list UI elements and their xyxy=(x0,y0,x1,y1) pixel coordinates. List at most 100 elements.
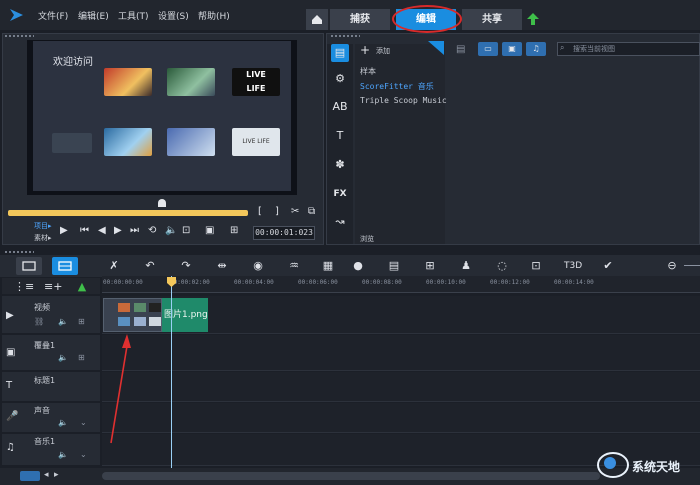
record-icon[interactable]: ◉ xyxy=(250,259,266,273)
scrub-handle[interactable] xyxy=(158,199,166,207)
tab-share[interactable]: 共享 xyxy=(462,9,522,30)
video-track-icon: ▶ xyxy=(6,310,14,321)
add-folder-label[interactable]: 添加 xyxy=(376,46,390,56)
3d-title-icon[interactable]: T3D xyxy=(564,259,582,273)
track-header-video[interactable] xyxy=(2,296,100,334)
folder-item-sample[interactable]: 样本 xyxy=(360,66,376,77)
home-start-icon[interactable]: ⏮ xyxy=(80,225,89,236)
path-icon[interactable]: ↝ xyxy=(331,213,349,231)
show-video-button[interactable]: ▭ xyxy=(478,42,498,56)
zoom-out-icon[interactable]: ⊖ xyxy=(664,259,680,273)
track-volume-icon[interactable]: 🔈 xyxy=(58,317,68,326)
copy-icon[interactable]: ⧉ xyxy=(308,206,315,217)
display-mode-icon[interactable]: ▣ xyxy=(205,225,214,236)
home-button[interactable] xyxy=(306,9,328,30)
folder-item-scorefitter[interactable]: ScoreFitter 音乐 xyxy=(360,81,434,92)
welcome-title: 欢迎访问 xyxy=(53,57,93,68)
library-grip[interactable] xyxy=(330,34,360,38)
auto-music-icon[interactable]: ▦ xyxy=(320,259,336,273)
ruler-label: 00:00:12:00 xyxy=(490,279,530,286)
mask-icon[interactable]: ◌ xyxy=(494,259,510,273)
track-volume-icon[interactable]: 🔈 xyxy=(58,450,68,459)
track-volume-icon[interactable]: 🔈 xyxy=(58,353,68,362)
menu-file[interactable]: 文件(F) xyxy=(38,9,68,22)
add-folder-icon[interactable]: + xyxy=(360,43,370,57)
clip-mode-label[interactable]: 素材▸ xyxy=(34,233,52,243)
image-clip[interactable]: 图片1.png xyxy=(162,298,208,332)
tab-capture[interactable]: 捕获 xyxy=(330,9,390,30)
graphics-icon[interactable]: ✽ xyxy=(331,156,349,174)
mark-out-icon[interactable]: ] xyxy=(275,206,279,217)
thumbnail-6: LIVE LIFE xyxy=(232,128,280,156)
subtitle-icon[interactable]: ▤ xyxy=(386,259,402,273)
clip-thumbnails[interactable] xyxy=(103,298,162,332)
scroll-left-icon[interactable]: ◂ xyxy=(44,470,49,480)
project-mode-label[interactable]: 项目▸ xyxy=(34,221,52,231)
expand-tracks-icon[interactable]: ▲ xyxy=(74,280,90,294)
checkmark-icon[interactable]: ✔ xyxy=(600,259,616,273)
split-screen-icon[interactable]: ⊞ xyxy=(422,259,438,273)
panel-grip[interactable] xyxy=(4,34,34,38)
undo-icon[interactable]: ↶ xyxy=(142,259,158,273)
crop-icon[interactable]: ⊡ xyxy=(528,259,544,273)
menu-tools[interactable]: 工具(T) xyxy=(118,9,149,22)
music-track-icon: ♫ xyxy=(6,442,15,453)
title-icon[interactable]: T xyxy=(331,127,349,145)
prev-frame-icon[interactable]: ◀ xyxy=(98,225,106,236)
menu-settings[interactable]: 设置(S) xyxy=(158,9,189,22)
menu-edit[interactable]: 编辑(E) xyxy=(78,9,109,22)
track-name-title: 标题1 xyxy=(34,376,56,385)
transition-icon[interactable]: AB xyxy=(331,98,349,116)
timecode-display[interactable]: 00:00:01:023 xyxy=(253,226,315,240)
zoom-slider[interactable] xyxy=(684,265,700,266)
track-expand-icon[interactable]: ⌄ xyxy=(80,450,87,459)
redo-icon[interactable]: ↷ xyxy=(178,259,194,273)
fit-icon[interactable]: ⇹ xyxy=(214,259,230,273)
motion-tracking-icon[interactable]: ♟ xyxy=(458,259,474,273)
track-grid-icon[interactable]: ⊞ xyxy=(78,353,85,362)
lane-voice[interactable] xyxy=(102,403,700,433)
menu-help[interactable]: 帮助(H) xyxy=(198,9,230,22)
storyboard-icon xyxy=(22,261,36,271)
horizontal-scrollbar[interactable] xyxy=(102,472,600,480)
scissors-icon[interactable]: ✂ xyxy=(291,206,299,217)
play-icon[interactable]: ▶ xyxy=(60,225,68,236)
mark-in-icon[interactable]: [ xyxy=(258,206,262,217)
ruler-label: 00:00:14:00 xyxy=(554,279,594,286)
resolution-icon[interactable]: ⊡ xyxy=(182,225,190,236)
track-name-music: 音乐1 xyxy=(34,437,56,446)
timeline-view-button[interactable] xyxy=(52,257,78,275)
lane-overlay[interactable] xyxy=(102,335,700,371)
audio-mixer-icon[interactable]: ♒ xyxy=(286,259,302,273)
media-library-icon[interactable]: ▤ xyxy=(331,44,349,62)
storyboard-view-button[interactable] xyxy=(16,257,42,275)
track-grid-icon[interactable]: ⊞ xyxy=(78,317,85,326)
track-expand-icon[interactable]: ⌄ xyxy=(80,418,87,427)
upload-arrow-icon[interactable] xyxy=(526,12,540,26)
end-icon[interactable]: ⏭ xyxy=(130,225,139,236)
playhead-line[interactable] xyxy=(171,276,172,468)
show-photo-button[interactable]: ▣ xyxy=(502,42,522,56)
fullscreen-icon[interactable]: ⊞ xyxy=(230,225,238,236)
track-volume-icon[interactable]: 🔈 xyxy=(58,418,68,427)
show-audio-button[interactable]: ♫ xyxy=(526,42,546,56)
app-logo-icon xyxy=(10,9,23,21)
volume-icon[interactable]: 🔈 xyxy=(165,225,177,236)
next-frame-icon[interactable]: ▶ xyxy=(114,225,122,236)
trim-scrubber[interactable] xyxy=(8,210,248,216)
import-media-icon[interactable]: ▤ xyxy=(456,44,465,55)
scroll-right-icon[interactable]: ▸ xyxy=(54,470,59,480)
timeline-grip[interactable] xyxy=(4,250,34,254)
zoom-indicator[interactable] xyxy=(20,471,40,481)
instant-project-icon[interactable]: ⚙ xyxy=(331,70,349,88)
track-manager-icon[interactable]: ⋮≡ xyxy=(14,280,34,294)
fx-icon[interactable]: FX xyxy=(331,185,349,203)
motion-icon[interactable]: ● xyxy=(350,259,366,273)
add-track-icon[interactable]: ≡+ xyxy=(44,280,62,294)
repeat-icon[interactable]: ⟲ xyxy=(148,225,156,236)
browse-button[interactable]: 浏览 xyxy=(360,234,374,244)
link-icon[interactable]: ⛓ xyxy=(34,317,44,326)
tools-icon[interactable]: ✗ xyxy=(106,259,122,273)
lane-title[interactable] xyxy=(102,372,700,402)
folder-item-triple-scoop[interactable]: Triple Scoop Music xyxy=(360,96,447,105)
